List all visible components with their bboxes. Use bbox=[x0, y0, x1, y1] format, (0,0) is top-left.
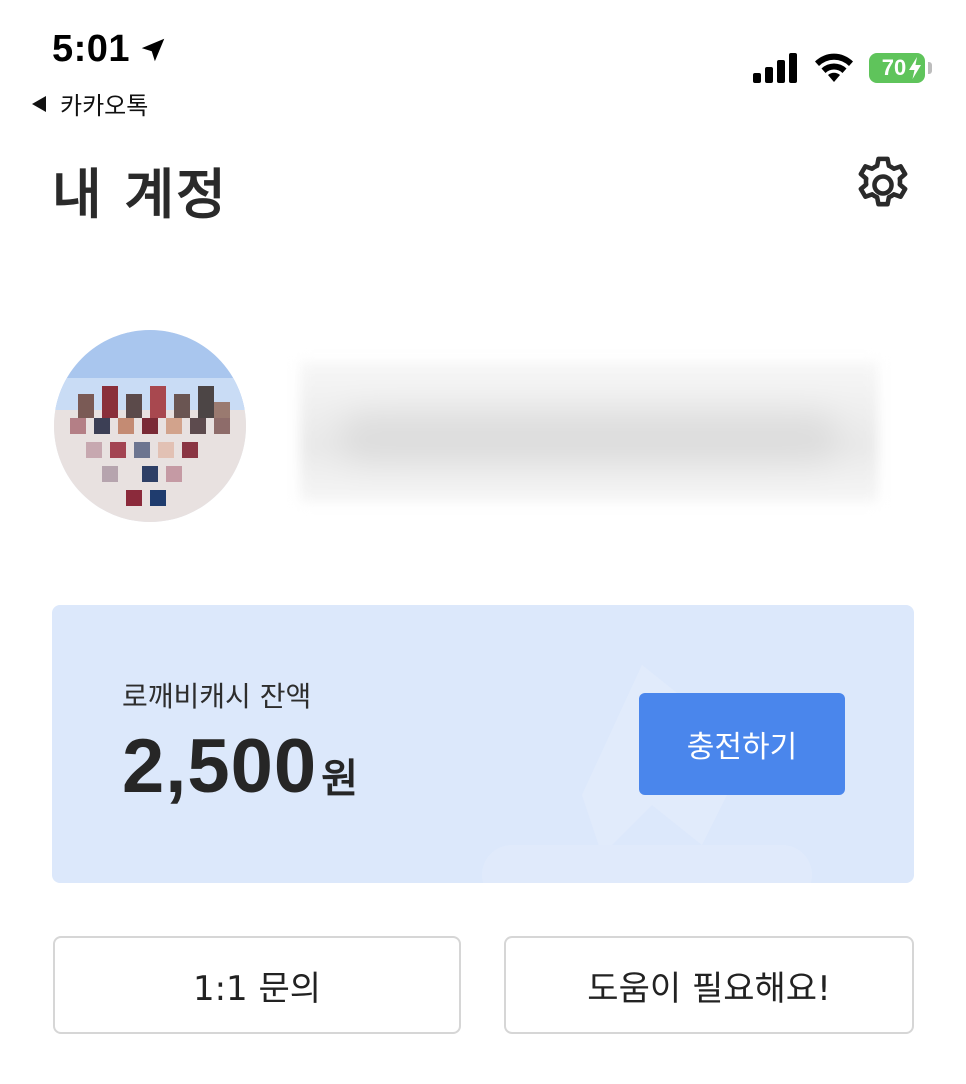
battery-indicator: 70 bbox=[869, 53, 925, 83]
status-indicators: 70 bbox=[753, 52, 932, 84]
back-arrow-icon bbox=[32, 95, 46, 112]
battery-tip bbox=[928, 62, 932, 74]
status-time-text: 5:01 bbox=[52, 28, 131, 70]
inquiry-button[interactable]: 1:1 문의 bbox=[53, 936, 461, 1034]
back-app-label: 카카오톡 bbox=[60, 92, 149, 120]
avatar-photo bbox=[54, 330, 246, 522]
charge-button[interactable]: 충전하기 bbox=[639, 693, 845, 795]
location-arrow-icon bbox=[141, 38, 165, 61]
charging-bolt-icon bbox=[909, 57, 921, 79]
wifi-icon bbox=[815, 53, 853, 82]
cellular-signal-icon bbox=[753, 53, 797, 83]
profile-name-redacted bbox=[300, 362, 878, 502]
battery-level: 70 bbox=[881, 55, 907, 80]
cash-amount-value: 2,500 bbox=[122, 724, 318, 809]
status-time: 5:01 bbox=[52, 28, 168, 71]
gear-icon bbox=[858, 156, 908, 207]
help-button[interactable]: 도움이 필요해요! bbox=[504, 936, 914, 1034]
cash-balance-label: 로깨비캐시 잔액 bbox=[122, 680, 312, 713]
cash-balance-amount: 2,500 원 bbox=[122, 723, 358, 810]
back-to-app-link[interactable]: 카카오톡 bbox=[32, 86, 148, 121]
cash-balance-card: 로깨비캐시 잔액 2,500 원 충전하기 bbox=[52, 605, 914, 883]
cash-amount-unit: 원 bbox=[321, 756, 358, 802]
page-title: 내 계정 bbox=[52, 163, 228, 226]
avatar[interactable] bbox=[54, 330, 246, 522]
settings-button[interactable] bbox=[850, 152, 916, 218]
